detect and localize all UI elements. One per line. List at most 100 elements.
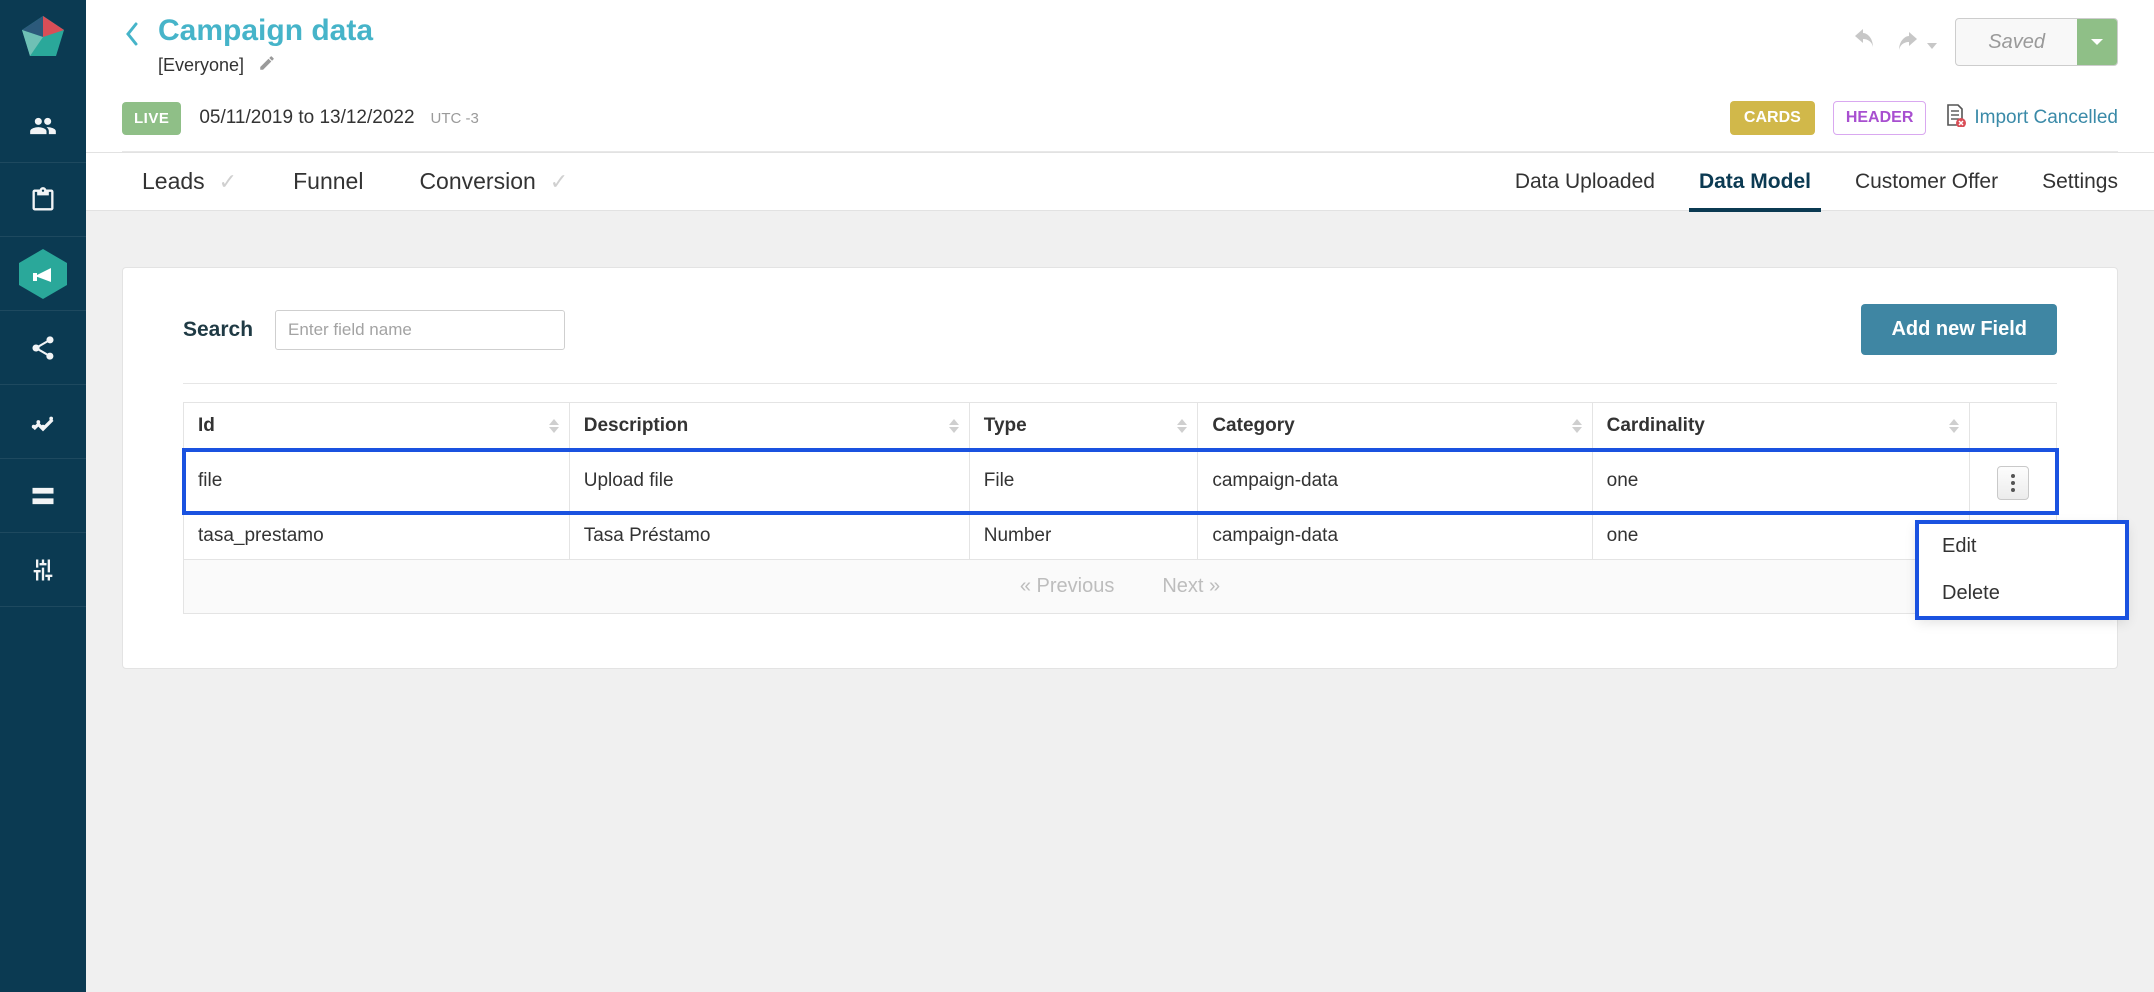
add-new-field-button[interactable]: Add new Field xyxy=(1861,304,2057,355)
pager-next[interactable]: Next » xyxy=(1162,575,1220,598)
tab-funnel[interactable]: Funnel xyxy=(293,168,363,195)
undo-button[interactable] xyxy=(1851,28,1877,56)
app-logo[interactable] xyxy=(20,14,66,65)
back-button[interactable] xyxy=(122,20,140,56)
check-icon: ✓ xyxy=(219,169,237,195)
tab-data-uploaded[interactable]: Data Uploaded xyxy=(1515,153,1655,211)
caret-down-icon xyxy=(2091,39,2103,45)
people-icon xyxy=(29,112,57,140)
server-icon xyxy=(29,482,57,510)
cell-type: File xyxy=(969,450,1198,513)
header-badge[interactable]: HEADER xyxy=(1833,101,1927,135)
date-to-label: to xyxy=(298,107,314,128)
sidebar-item-servers[interactable] xyxy=(0,459,86,533)
saved-dropdown-toggle[interactable] xyxy=(2077,19,2117,65)
tab-customer-offer[interactable]: Customer Offer xyxy=(1855,153,1998,211)
cell-category: campaign-data xyxy=(1198,513,1592,560)
sidebar-item-share[interactable] xyxy=(0,311,86,385)
share-icon xyxy=(29,334,57,362)
tab-label: Leads xyxy=(142,168,205,195)
cell-cardinality: one xyxy=(1592,450,1969,513)
menu-item-edit[interactable]: Edit xyxy=(1918,523,2126,570)
analytics-icon xyxy=(29,408,57,436)
sidebar-item-clipboard[interactable] xyxy=(0,163,86,237)
main: Campaign data [Everyone] Saved xyxy=(86,0,2154,725)
kebab-icon xyxy=(2011,474,2015,492)
th-label: Category xyxy=(1212,415,1294,436)
cell-id: tasa_prestamo xyxy=(184,513,570,560)
sidebar xyxy=(0,0,86,992)
chevron-left-icon xyxy=(122,20,140,48)
saved-label: Saved xyxy=(1956,31,2077,54)
edit-title-button[interactable] xyxy=(258,54,276,77)
sliders-icon xyxy=(29,556,57,584)
table-row[interactable]: tasa_prestamo Tasa Préstamo Number campa… xyxy=(184,513,2057,560)
cell-description: Tasa Préstamo xyxy=(569,513,969,560)
sort-icon xyxy=(549,419,559,433)
cell-type: Number xyxy=(969,513,1198,560)
import-cancelled-link[interactable]: Import Cancelled xyxy=(1944,103,2118,133)
sort-icon xyxy=(1572,419,1582,433)
cell-cardinality: one xyxy=(1592,513,1969,560)
sort-icon xyxy=(949,419,959,433)
document-error-icon xyxy=(1944,103,1966,133)
column-header-actions xyxy=(1969,403,2056,450)
tab-settings[interactable]: Settings xyxy=(2042,153,2118,211)
import-cancelled-label: Import Cancelled xyxy=(1974,107,2118,129)
sort-icon xyxy=(1949,419,1959,433)
date-to: 13/12/2022 xyxy=(319,107,414,128)
row-actions-menu: Edit Delete xyxy=(1917,522,2127,618)
th-label: Type xyxy=(984,415,1027,436)
undo-icon xyxy=(1851,28,1877,50)
tab-leads[interactable]: Leads ✓ xyxy=(142,168,237,195)
menu-item-delete[interactable]: Delete xyxy=(1918,570,2126,617)
column-header-category[interactable]: Category xyxy=(1198,403,1592,450)
th-label: Cardinality xyxy=(1607,415,1705,436)
table-row[interactable]: file Upload file File campaign-data one xyxy=(184,450,2057,513)
search-label: Search xyxy=(183,318,253,342)
caret-down-icon xyxy=(1927,43,1937,49)
date-range: 05/11/2019 to 13/12/2022 xyxy=(199,107,414,129)
th-label: Id xyxy=(198,415,215,436)
pager-previous[interactable]: « Previous xyxy=(1020,575,1115,598)
cell-description: Upload file xyxy=(569,450,969,513)
content: Search Add new Field Id Description Type… xyxy=(86,211,2154,725)
column-header-id[interactable]: Id xyxy=(184,403,570,450)
sidebar-item-settings[interactable] xyxy=(0,533,86,607)
panel: Search Add new Field Id Description Type… xyxy=(122,267,2118,669)
sidebar-item-users[interactable] xyxy=(0,89,86,163)
pager: « Previous Next » xyxy=(183,560,2057,614)
audience-label: [Everyone] xyxy=(158,55,244,76)
search-input[interactable] xyxy=(275,310,565,350)
tab-label: Funnel xyxy=(293,168,363,195)
column-header-cardinality[interactable]: Cardinality xyxy=(1592,403,1969,450)
th-label: Description xyxy=(584,415,689,436)
tab-label: Conversion xyxy=(419,168,535,195)
cell-category: campaign-data xyxy=(1198,450,1592,513)
divider xyxy=(183,383,2057,384)
sidebar-item-campaigns[interactable] xyxy=(0,237,86,311)
live-badge: LIVE xyxy=(122,102,181,135)
tab-conversion[interactable]: Conversion ✓ xyxy=(419,168,568,195)
pencil-icon xyxy=(258,54,276,72)
row-actions-button[interactable] xyxy=(1997,466,2029,500)
redo-icon xyxy=(1895,31,1921,53)
redo-button[interactable] xyxy=(1895,29,1937,55)
check-icon: ✓ xyxy=(550,169,568,195)
column-header-description[interactable]: Description xyxy=(569,403,969,450)
sort-icon xyxy=(1177,419,1187,433)
page-title: Campaign data xyxy=(158,14,1851,48)
header: Campaign data [Everyone] Saved xyxy=(86,0,2154,153)
megaphone-icon xyxy=(15,246,71,302)
timezone: UTC -3 xyxy=(431,110,479,127)
fields-table: Id Description Type Category Cardinality… xyxy=(183,402,2057,560)
tabs-row: Leads✓ Funnel Conversion✓ Data Uploaded … xyxy=(86,153,2154,211)
date-from: 05/11/2019 xyxy=(199,107,293,128)
cards-badge[interactable]: CARDS xyxy=(1730,101,1815,135)
cell-id: file xyxy=(184,450,570,513)
sidebar-item-analytics[interactable] xyxy=(0,385,86,459)
saved-button[interactable]: Saved xyxy=(1955,18,2118,66)
column-header-type[interactable]: Type xyxy=(969,403,1198,450)
tab-data-model[interactable]: Data Model xyxy=(1699,153,1811,211)
cell-actions xyxy=(1969,450,2056,513)
